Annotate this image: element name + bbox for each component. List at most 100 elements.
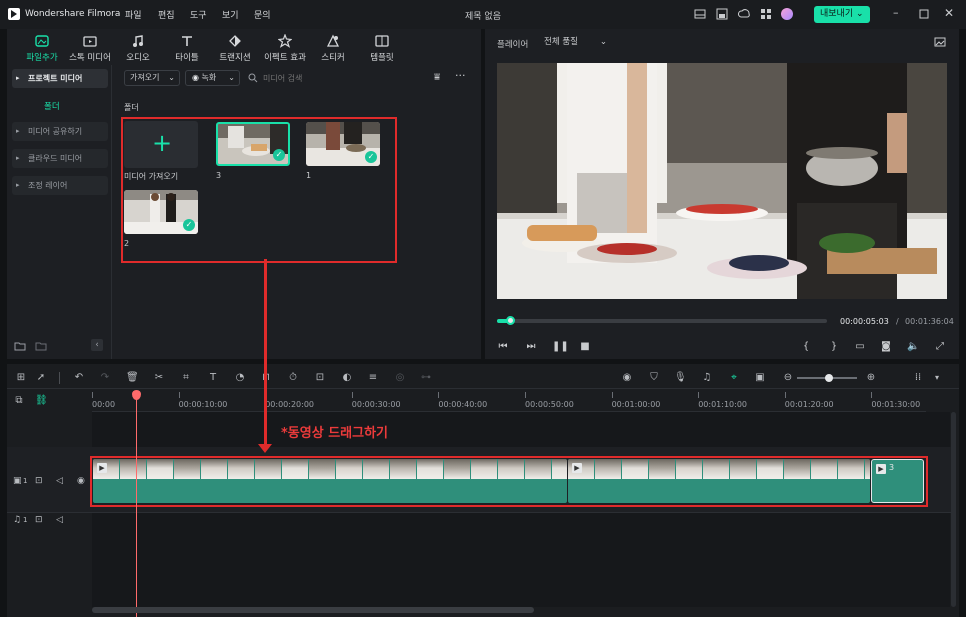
menu-edit[interactable]: 편집 xyxy=(158,8,175,21)
tab-stickers[interactable]: 스티커 xyxy=(315,34,351,63)
volume-icon[interactable]: 🔈 xyxy=(907,341,919,353)
pause-icon[interactable]: ❚❚ xyxy=(552,341,569,353)
tab-transitions[interactable]: 트랜지션 xyxy=(213,34,257,63)
microphone-icon[interactable]: 🎙 xyxy=(674,372,687,384)
export-button[interactable]: 내보내기 ⌄ xyxy=(814,6,870,23)
audio-stretch-icon[interactable]: ⊶ xyxy=(420,372,432,384)
ruler-tick-label: 00:00:50:00 xyxy=(525,400,574,409)
fullscreen-icon[interactable]: ⤢ xyxy=(934,341,946,353)
sidebar-item-adjustment-layer[interactable]: 조정 레이어 xyxy=(12,176,108,195)
app-name: Wondershare Filmora xyxy=(25,9,121,19)
mute-icon[interactable]: ◁ xyxy=(56,476,63,486)
folder-icon[interactable] xyxy=(35,340,47,352)
horizontal-scrollbar[interactable] xyxy=(92,607,534,613)
video-preview[interactable] xyxy=(497,63,947,299)
folder-heading: 폴더 xyxy=(124,103,139,112)
new-folder-icon[interactable] xyxy=(14,340,26,352)
adjust-icon[interactable]: ≡ xyxy=(367,372,379,384)
timeline-panel: ⊞ ➚ ↶ ↷ 🗑 ✂ ⌗ T ◔ ⊓ ⏱ ⊡ ◐ ≡ ◎ ⊶ ◉ ⛉ 🎙 ♫ … xyxy=(7,259,959,617)
mark-in-icon[interactable]: { xyxy=(800,341,812,353)
lock-icon[interactable]: ⊡ xyxy=(35,515,43,525)
drag-annotation: *동영상 드래그하기 xyxy=(281,426,389,441)
crop-icon[interactable]: ⌗ xyxy=(180,372,192,384)
record-dropdown[interactable]: ◉ 녹화 ⌄ xyxy=(185,70,240,86)
minimize-icon[interactable]: – xyxy=(893,7,905,20)
sidebar-item-cloud-media[interactable]: 클라우드 미디어 xyxy=(12,149,108,168)
display-icon[interactable]: ▭ xyxy=(854,341,866,353)
timer-icon[interactable]: ⏱ xyxy=(287,372,299,384)
snapshot-image-icon[interactable] xyxy=(934,36,946,48)
sidebar-project-media[interactable]: 프로젝트 미디어 xyxy=(12,69,108,88)
maximize-icon[interactable] xyxy=(918,8,930,20)
zoom-in-icon[interactable]: ⊕ xyxy=(865,372,877,384)
color-icon[interactable]: ◐ xyxy=(341,372,353,384)
menu-help[interactable]: 문의 xyxy=(254,8,271,21)
more-options-icon[interactable]: ··· xyxy=(455,70,469,83)
undo-icon[interactable]: ↶ xyxy=(73,372,85,384)
media-highlight-box xyxy=(121,117,397,263)
zoom-slider[interactable] xyxy=(797,374,857,382)
snap-icon[interactable]: ⌖ xyxy=(728,372,740,384)
eye-icon[interactable]: ◉ xyxy=(77,476,85,486)
sidebar-item-media-share[interactable]: 미디어 공유하기 xyxy=(12,122,108,141)
stop-icon[interactable]: ■ xyxy=(579,341,591,353)
tab-audio[interactable]: 오디오 xyxy=(120,34,156,63)
layout-grid-icon[interactable]: ⊞ xyxy=(15,372,27,384)
filter-icon[interactable]: ⩸ xyxy=(434,72,446,84)
cloud-upload-icon[interactable] xyxy=(738,8,750,20)
vertical-scrollbar[interactable] xyxy=(951,412,956,607)
tab-templates[interactable]: 템플릿 xyxy=(364,34,400,63)
menu-tools[interactable]: 도구 xyxy=(190,8,207,21)
close-icon[interactable]: ✕ xyxy=(944,7,956,20)
playhead-line[interactable] xyxy=(136,395,137,617)
playhead-handle[interactable] xyxy=(506,316,516,325)
subtitle-icon[interactable]: ▣ xyxy=(754,372,766,384)
zoom-out-icon[interactable]: ⊖ xyxy=(782,372,794,384)
save-icon[interactable] xyxy=(716,8,728,20)
ruler-tick-mark xyxy=(92,392,93,398)
prev-frame-icon[interactable]: ⏮ xyxy=(497,341,509,353)
tab-titles[interactable]: 타이틀 xyxy=(169,34,205,63)
redo-icon[interactable]: ↷ xyxy=(99,372,111,384)
shield-icon[interactable]: ⛉ xyxy=(648,372,660,384)
caret-down-icon[interactable]: ▾ xyxy=(931,372,943,384)
playback-progress-bar[interactable] xyxy=(497,316,827,325)
grid-apps-icon[interactable] xyxy=(760,8,772,20)
stabilize-icon[interactable]: ◎ xyxy=(394,372,406,384)
mute-icon[interactable]: ◁ xyxy=(56,515,63,525)
audio-mix-icon[interactable]: ♫ xyxy=(701,372,713,384)
zoom-slider-handle[interactable] xyxy=(825,374,833,382)
grid-dots-icon[interactable]: ⁞⁞ xyxy=(912,372,924,384)
tab-stock-media[interactable]: 스톡 미디어 xyxy=(66,34,114,63)
quality-dropdown[interactable]: 전체 품질 ⌄ xyxy=(539,34,611,50)
tab-import[interactable]: 파일추가 xyxy=(23,34,61,63)
collapse-sidebar-button[interactable]: ‹ xyxy=(91,339,103,351)
import-dropdown[interactable]: 가져오기 ⌄ xyxy=(124,70,180,86)
text-icon[interactable]: T xyxy=(207,372,219,384)
timeline-ruler[interactable]: 00:00 00:00:10:00 00:00:20:00 00:00:30:00 00… xyxy=(92,392,926,410)
menu-view[interactable]: 보기 xyxy=(222,8,239,21)
mark-out-icon[interactable]: } xyxy=(828,341,840,353)
tab-effects[interactable]: 이펙트 효과 xyxy=(261,34,309,63)
delete-icon[interactable]: 🗑 xyxy=(126,372,139,384)
search-input[interactable] xyxy=(263,71,423,85)
toolbar-divider xyxy=(59,372,60,384)
add-track-icon[interactable]: ⧉ xyxy=(13,395,25,407)
record-icon: ◉ xyxy=(192,73,199,82)
link-icon[interactable]: ⛓ xyxy=(35,395,48,407)
fit-icon[interactable]: ⊡ xyxy=(314,372,326,384)
render-icon[interactable]: ◉ xyxy=(621,372,633,384)
split-scissors-icon[interactable]: ✂ xyxy=(153,372,165,384)
tab-titles-label: 타이틀 xyxy=(175,53,199,63)
next-frame-icon[interactable]: ⏭ xyxy=(525,341,537,353)
layout-icon[interactable] xyxy=(694,8,706,20)
sidebar-folder[interactable]: 폴더 xyxy=(44,100,60,112)
chevron-down-icon: ⌄ xyxy=(228,73,235,82)
camera-snapshot-icon[interactable]: ◙ xyxy=(880,341,892,353)
avatar[interactable] xyxy=(781,8,793,20)
lock-icon[interactable]: ⊡ xyxy=(35,476,43,486)
select-tool-icon[interactable]: ➚ xyxy=(35,372,47,384)
filmora-logo-icon xyxy=(8,8,20,20)
menu-file[interactable]: 파일 xyxy=(125,8,142,21)
speed-icon[interactable]: ◔ xyxy=(234,372,246,384)
